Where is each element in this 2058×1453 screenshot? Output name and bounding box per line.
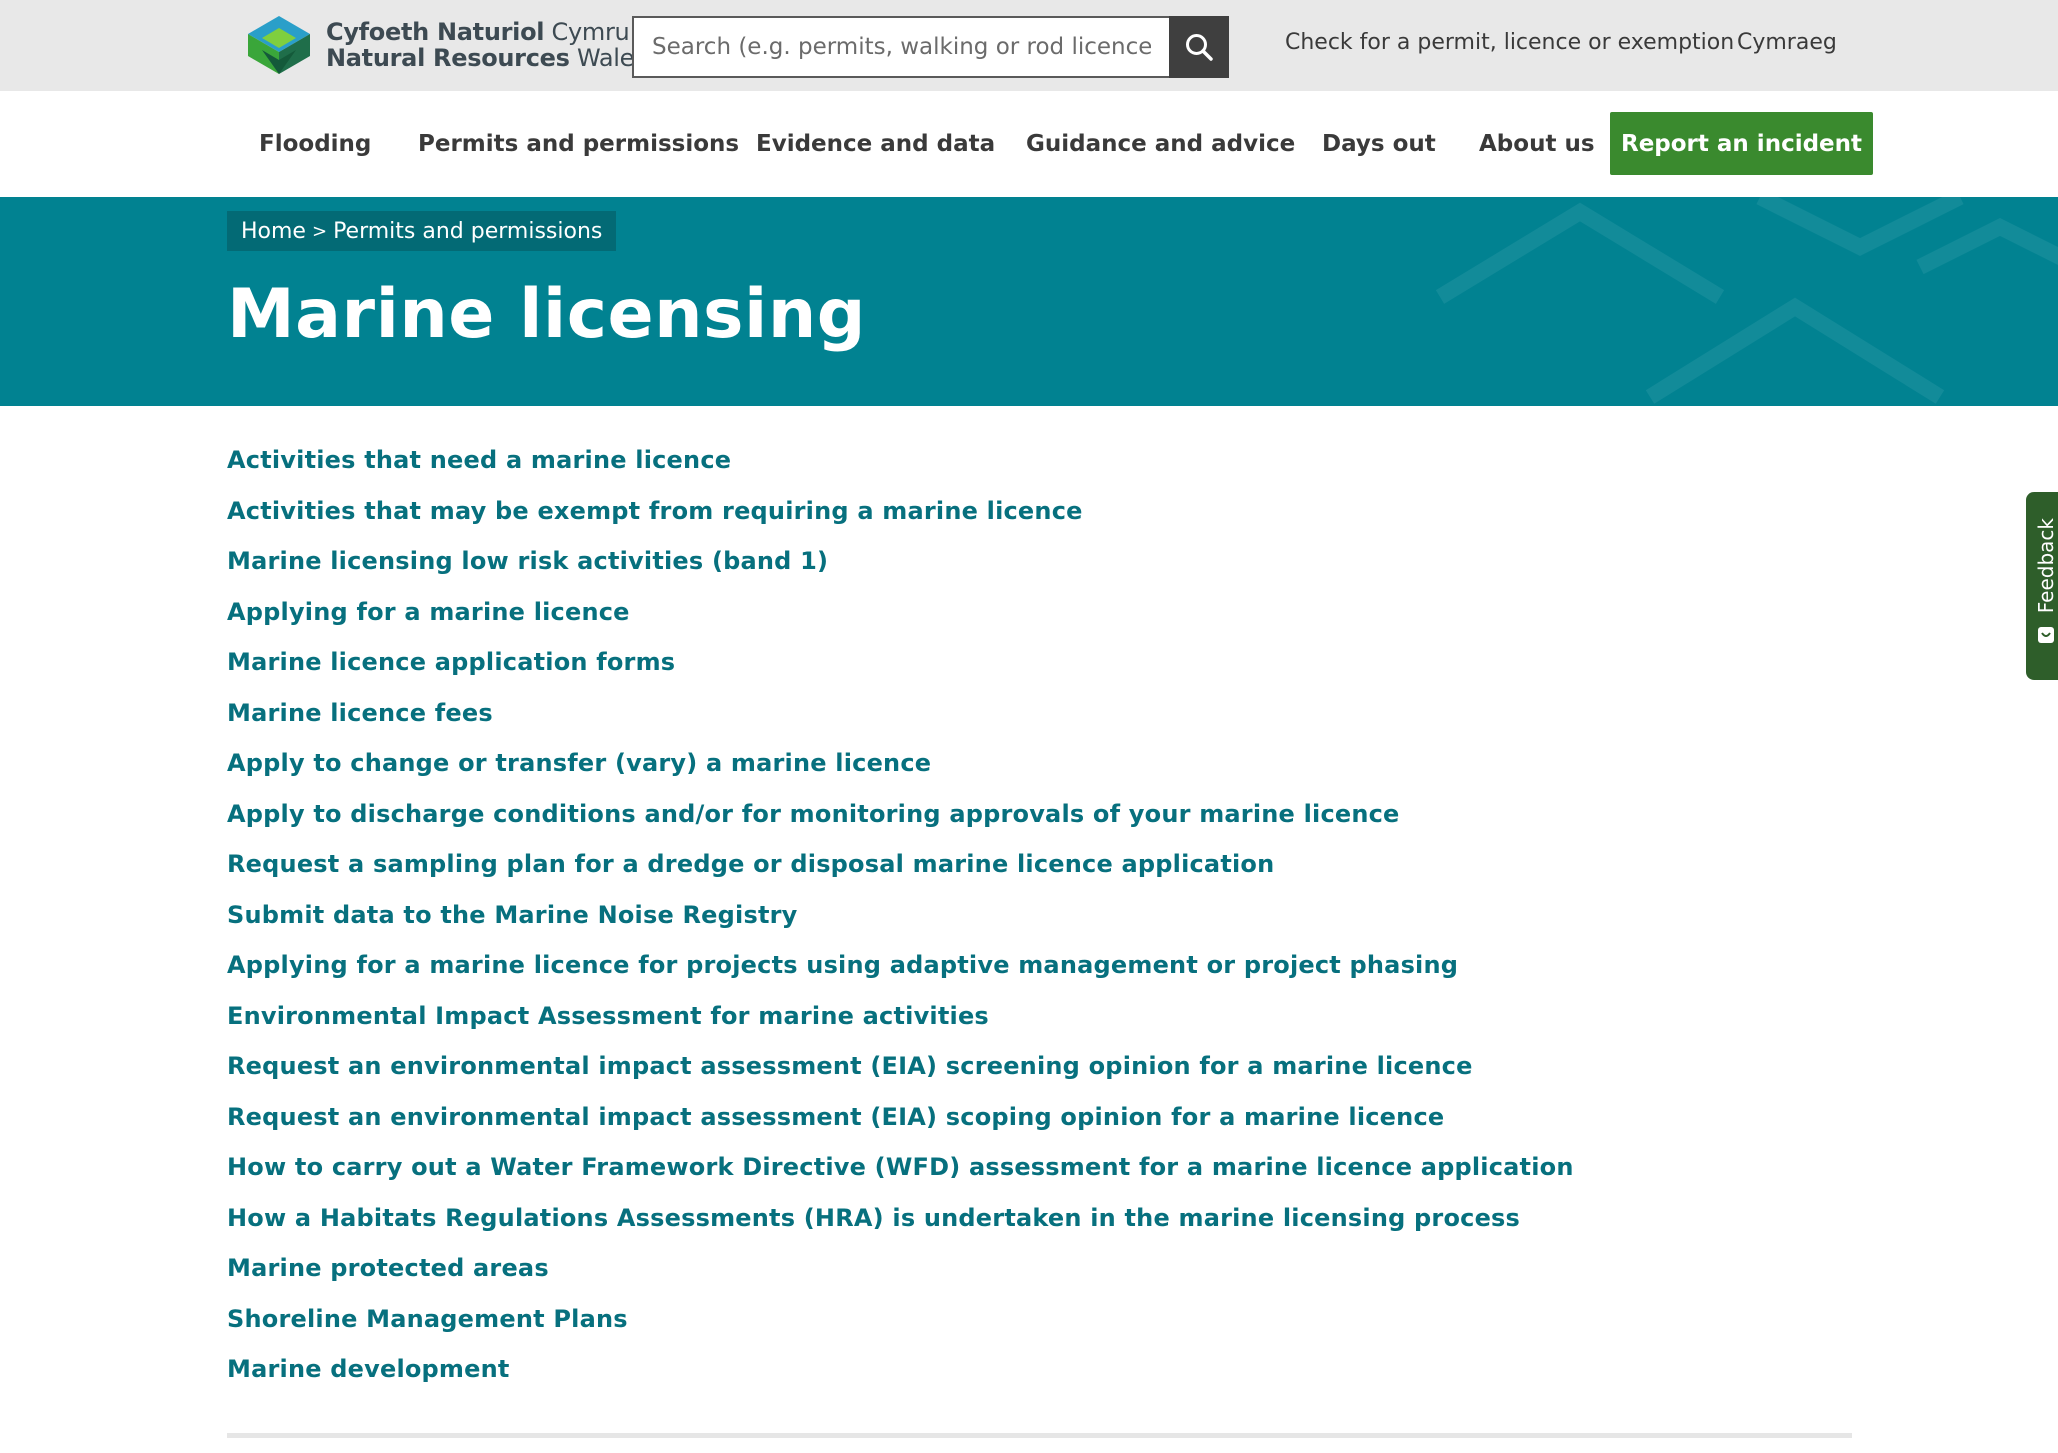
list-item: Activities that may be exempt from requi… — [227, 497, 1852, 548]
list-item: Marine licence application forms — [227, 648, 1852, 699]
list-item: Activities that need a marine licence — [227, 446, 1852, 497]
list-item: Applying for a marine licence — [227, 598, 1852, 649]
search-button[interactable] — [1169, 16, 1229, 78]
link-activities-need-licence[interactable]: Activities that need a marine licence — [227, 446, 731, 474]
list-item: Shoreline Management Plans — [227, 1305, 1852, 1356]
list-item: Apply to change or transfer (vary) a mar… — [227, 749, 1852, 800]
marine-licensing-link-list: Activities that need a marine licence Ac… — [227, 446, 1852, 1406]
list-item: Apply to discharge conditions and/or for… — [227, 800, 1852, 851]
list-item: Marine licensing low risk activities (ba… — [227, 547, 1852, 598]
main-navigation: Flooding Permits and permissions Evidenc… — [0, 91, 2058, 198]
link-wfd-assessment[interactable]: How to carry out a Water Framework Direc… — [227, 1153, 1574, 1181]
check-permit-link[interactable]: Check for a permit, licence or exemption — [1285, 30, 1734, 55]
link-marine-protected-areas[interactable]: Marine protected areas — [227, 1254, 549, 1282]
search-icon — [1186, 34, 1213, 61]
nav-item-guidance[interactable]: Guidance and advice — [1026, 131, 1295, 157]
list-item: Marine protected areas — [227, 1254, 1852, 1305]
link-low-risk-band-1[interactable]: Marine licensing low risk activities (ba… — [227, 547, 828, 575]
link-hra-process[interactable]: How a Habitats Regulations Assessments (… — [227, 1204, 1520, 1232]
link-application-forms[interactable]: Marine licence application forms — [227, 648, 675, 676]
logo-line2-bold: Natural Resources — [326, 44, 570, 72]
search-input[interactable] — [632, 16, 1169, 78]
hero-banner: Home > Permits and permissions Marine li… — [0, 197, 2058, 406]
content-divider — [227, 1433, 1852, 1438]
link-marine-development[interactable]: Marine development — [227, 1355, 510, 1383]
link-eia-marine-activities[interactable]: Environmental Impact Assessment for mari… — [227, 1002, 989, 1030]
nav-item-days-out[interactable]: Days out — [1322, 131, 1436, 157]
nav-item-permits[interactable]: Permits and permissions — [418, 131, 739, 157]
breadcrumb-permits-link[interactable]: Permits and permissions — [333, 219, 602, 244]
link-eia-scoping-opinion[interactable]: Request an environmental impact assessme… — [227, 1103, 1444, 1131]
breadcrumb-home-link[interactable]: Home — [241, 219, 306, 244]
nrw-logo-icon — [248, 16, 310, 74]
breadcrumb: Home > Permits and permissions — [227, 211, 617, 251]
site-logo[interactable]: Cyfoeth Naturiol Cymru Natural Resources… — [246, 14, 647, 76]
link-eia-screening-opinion[interactable]: Request an environmental impact assessme… — [227, 1052, 1473, 1080]
top-utility-bar: Cyfoeth Naturiol Cymru Natural Resources… — [0, 0, 2058, 91]
list-item: Request an environmental impact assessme… — [227, 1103, 1852, 1154]
list-item: Submit data to the Marine Noise Registry — [227, 901, 1852, 952]
nav-item-flooding[interactable]: Flooding — [259, 131, 371, 157]
link-discharge-conditions[interactable]: Apply to discharge conditions and/or for… — [227, 800, 1400, 828]
logo-text: Cyfoeth Naturiol Cymru Natural Resources… — [326, 18, 647, 72]
list-item: Environmental Impact Assessment for mari… — [227, 1002, 1852, 1053]
link-shoreline-management-plans[interactable]: Shoreline Management Plans — [227, 1305, 628, 1333]
list-item: Marine licence fees — [227, 699, 1852, 750]
search-form — [632, 16, 1229, 78]
link-change-transfer-licence[interactable]: Apply to change or transfer (vary) a mar… — [227, 749, 931, 777]
list-item: Marine development — [227, 1355, 1852, 1406]
link-exempt-activities[interactable]: Activities that may be exempt from requi… — [227, 497, 1083, 525]
language-toggle-link[interactable]: Cymraeg — [1737, 30, 1837, 55]
report-incident-button[interactable]: Report an incident — [1610, 112, 1873, 175]
link-sampling-plan[interactable]: Request a sampling plan for a dredge or … — [227, 850, 1274, 878]
list-item: Request a sampling plan for a dredge or … — [227, 850, 1852, 901]
logo-line1-bold: Cyfoeth Naturiol — [326, 18, 545, 46]
list-item: How a Habitats Regulations Assessments (… — [227, 1204, 1852, 1255]
nav-item-evidence[interactable]: Evidence and data — [756, 131, 995, 157]
feedback-icon — [2038, 627, 2054, 644]
link-licence-fees[interactable]: Marine licence fees — [227, 699, 493, 727]
nav-item-about-us[interactable]: About us — [1479, 131, 1595, 157]
list-item: Applying for a marine licence for projec… — [227, 951, 1852, 1002]
page-title: Marine licensing — [227, 275, 866, 354]
breadcrumb-separator: > — [311, 220, 328, 242]
link-marine-noise-registry[interactable]: Submit data to the Marine Noise Registry — [227, 901, 798, 929]
list-item: How to carry out a Water Framework Direc… — [227, 1153, 1852, 1204]
feedback-label: Feedback — [2034, 518, 2058, 614]
list-item: Request an environmental impact assessme… — [227, 1052, 1852, 1103]
link-adaptive-management[interactable]: Applying for a marine licence for projec… — [227, 951, 1458, 979]
logo-line1-rest: Cymru — [544, 18, 630, 46]
link-applying-marine-licence[interactable]: Applying for a marine licence — [227, 598, 630, 626]
feedback-tab[interactable]: Feedback — [2026, 492, 2058, 680]
